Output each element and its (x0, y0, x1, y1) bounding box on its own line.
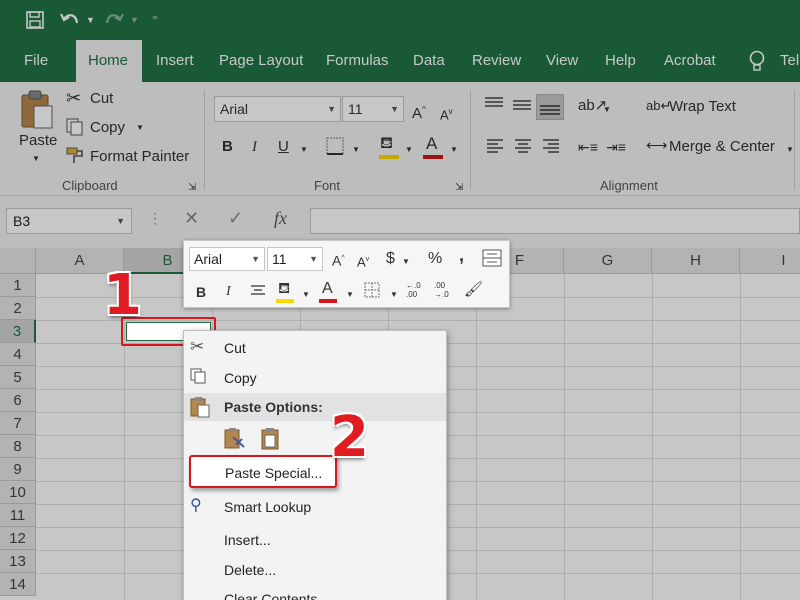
mini-bold-button[interactable]: B (196, 282, 206, 302)
mini-fill-dropdown-icon[interactable]: ▼ (302, 285, 310, 305)
mini-percent-icon[interactable]: % (428, 249, 442, 269)
menu-item-insert-label: Insert... (224, 532, 271, 548)
smart-lookup-icon: ⚲ (190, 497, 202, 514)
paste-formatting-icon[interactable] (224, 427, 246, 451)
menu-item-delete-label: Delete... (224, 562, 277, 578)
mini-font-color-swatch (319, 299, 337, 303)
menu-item-paste-special[interactable]: Paste Special... (189, 455, 337, 488)
step-1-annotation: 1 (103, 263, 142, 328)
paste-icon[interactable] (260, 427, 282, 451)
mini-font-name-value: Arial (194, 251, 223, 267)
mini-size-dropdown-icon[interactable]: ▼ (309, 248, 318, 270)
mini-italic-button[interactable]: I (226, 282, 231, 302)
menu-item-cut-label: Cut (224, 340, 246, 356)
mini-font-name-box[interactable]: Arial ▼ (189, 247, 265, 271)
paste-options-label: Paste Options: (224, 399, 323, 415)
menu-item-smart-lookup[interactable]: Smart Lookup (224, 499, 311, 515)
menu-item-clear-contents[interactable]: Clear Contents (224, 591, 317, 600)
menu-item-insert[interactable]: Insert... (224, 532, 271, 548)
mini-increase-decimal-icon[interactable]: ←.0 .00 (406, 281, 426, 299)
copy-menu-icon (190, 368, 206, 384)
mini-toolbar: Arial ▼ 11 ▼ A^ Av $ ▼ % , B I ⛾ ▼ A ▼ ▼… (183, 240, 510, 308)
mini-borders-dropdown-icon[interactable]: ▼ (390, 285, 398, 305)
mini-comma-icon[interactable]: , (459, 245, 464, 265)
mini-font-color-dropdown-icon[interactable]: ▼ (346, 285, 354, 305)
menu-item-copy-label: Copy (224, 370, 257, 386)
mini-font-dropdown-icon[interactable]: ▼ (251, 248, 260, 270)
mini-format-painter-icon[interactable]: 🖌 (464, 280, 483, 300)
mini-decrease-decimal-icon[interactable]: .00 →.0 (434, 281, 454, 299)
step-2-annotation: 2 (330, 405, 369, 470)
mini-decrease-font-icon[interactable]: Av (357, 250, 369, 272)
menu-item-delete[interactable]: Delete... (224, 562, 276, 578)
mini-currency-dropdown-icon[interactable]: ▼ (402, 252, 410, 272)
paste-options-icon (190, 397, 210, 418)
mini-fill-color-icon[interactable]: ⛾ (278, 279, 290, 299)
menu-item-smart-lookup-label: Smart Lookup (224, 499, 312, 515)
mini-format-cells-icon[interactable] (482, 249, 502, 267)
menu-item-paste-special-label: Paste Special... (225, 465, 323, 481)
mini-borders-icon[interactable] (364, 282, 380, 298)
mini-center-align-icon[interactable] (250, 284, 266, 298)
mini-font-size-value: 11 (272, 251, 287, 267)
mini-increase-font-icon[interactable]: A^ (332, 249, 345, 271)
mini-currency-icon[interactable]: $ (386, 249, 395, 269)
mini-font-size-box[interactable]: 11 ▼ (267, 247, 323, 271)
menu-item-clear-contents-label: Clear Contents (224, 591, 318, 600)
cut-menu-icon: ✂ (190, 337, 205, 356)
mini-fill-color-swatch (276, 299, 294, 303)
menu-item-cut[interactable]: Cut (224, 340, 246, 356)
mini-font-color-icon[interactable]: A (322, 279, 333, 299)
menu-item-copy[interactable]: Copy (224, 370, 257, 386)
